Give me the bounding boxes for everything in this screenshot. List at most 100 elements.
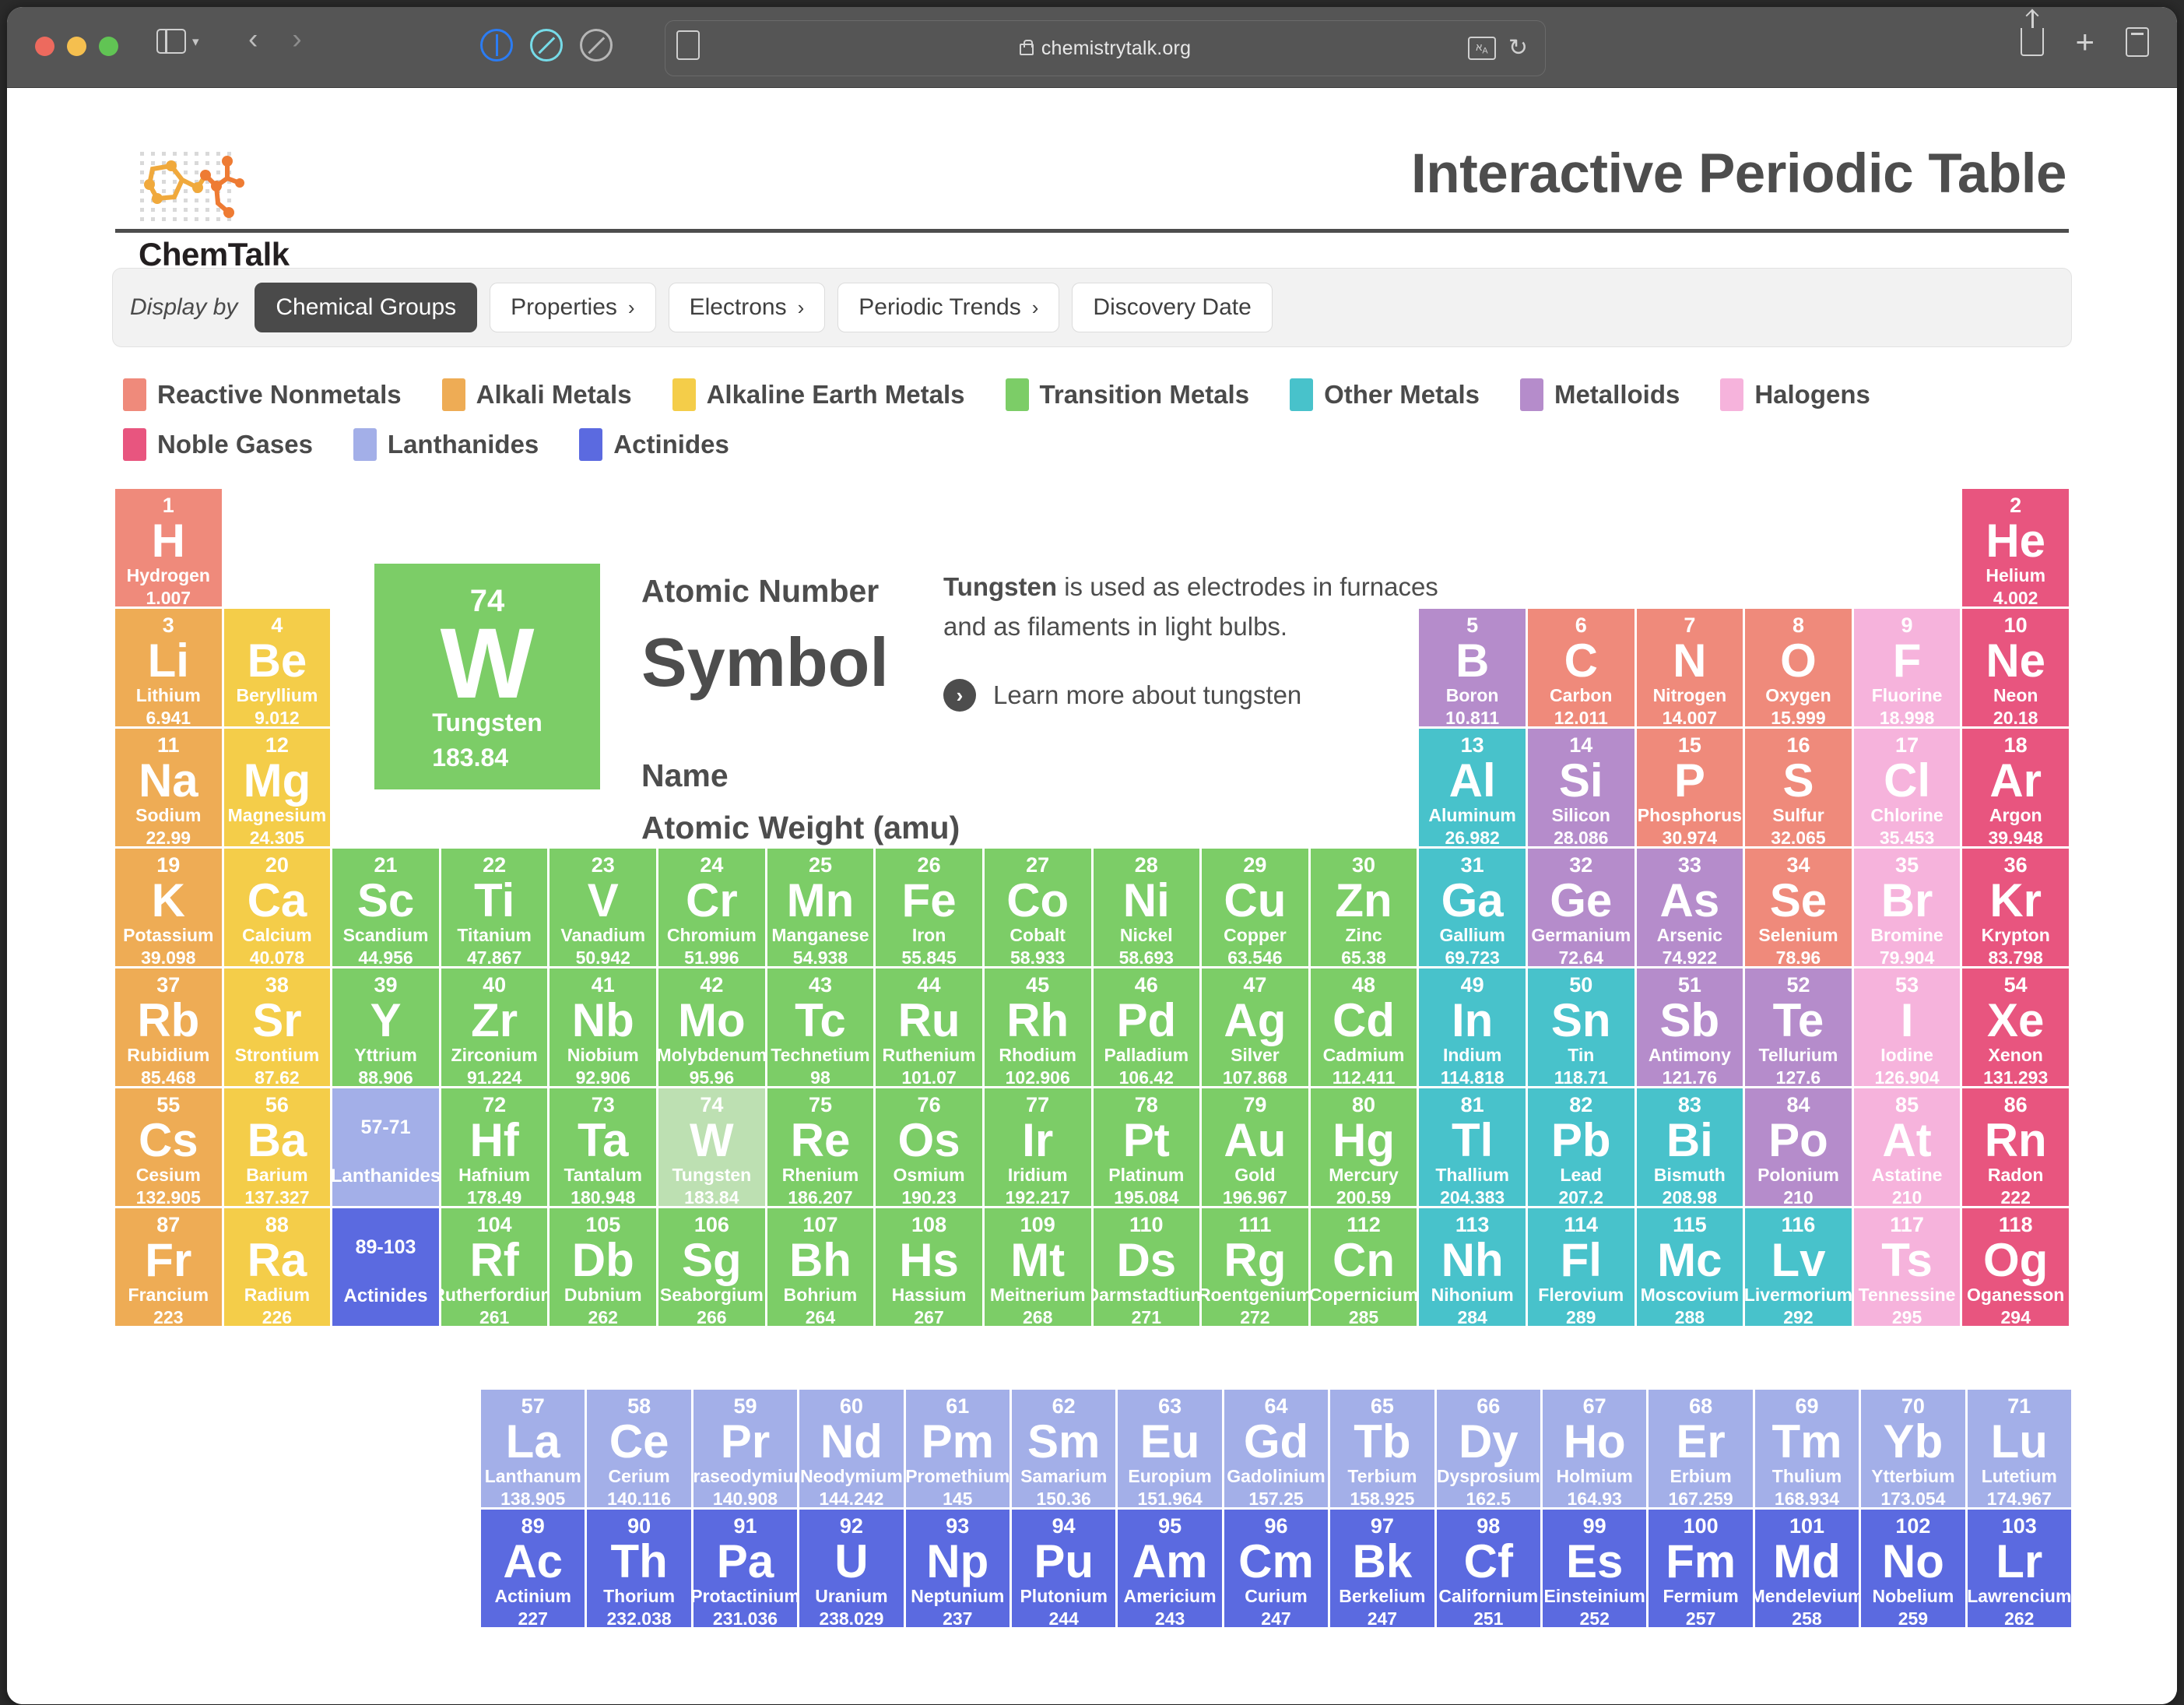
- display-mode-button-properties[interactable]: Properties ›: [490, 283, 656, 332]
- element-cell-Pu[interactable]: 94 Pu Plutonium 244: [1011, 1510, 1116, 1627]
- element-cell-Ta[interactable]: 73 Ta Tantalum 180.948: [550, 1088, 657, 1206]
- element-cell-Pb[interactable]: 82 Pb Lead 207.2: [1527, 1088, 1634, 1206]
- element-cell-Po[interactable]: 84 Po Polonium 210: [1745, 1088, 1852, 1206]
- element-cell-Ce[interactable]: 58 Ce Cerium 140.116: [587, 1390, 691, 1507]
- element-cell-In[interactable]: 49 In Indium 114.818: [1419, 969, 1526, 1086]
- element-cell-Gd[interactable]: 64 Gd Gadolinium 157.25: [1224, 1390, 1329, 1507]
- element-cell-Sm[interactable]: 62 Sm Samarium 150.36: [1011, 1390, 1116, 1507]
- element-cell-Tb[interactable]: 65 Tb Terbium 158.925: [1330, 1390, 1434, 1507]
- learn-more-link[interactable]: › Learn more about tungsten: [943, 679, 1441, 712]
- chemtalk-logo[interactable]: ChemTalk: [139, 150, 290, 273]
- element-cell-Cr[interactable]: 24 Cr Chromium 51.996: [658, 849, 765, 966]
- element-cell-Mt[interactable]: 109 Mt Meitnerium 268: [984, 1208, 1091, 1326]
- element-cell-Mc[interactable]: 115 Mc Moscovium 288: [1636, 1208, 1743, 1326]
- tab-icon-third[interactable]: [573, 22, 620, 69]
- element-cell-Ga[interactable]: 31 Ga Gallium 69.723: [1419, 849, 1526, 966]
- element-cell-Si[interactable]: 14 Si Silicon 28.086: [1527, 729, 1634, 846]
- maximize-window-button[interactable]: [99, 37, 118, 56]
- tab-icon-active[interactable]: [480, 29, 513, 62]
- element-cell-Cf[interactable]: 98 Cf Californium 251: [1436, 1510, 1540, 1627]
- element-cell-Th[interactable]: 90 Th Thorium 232.038: [587, 1510, 691, 1627]
- display-mode-button-discovery-date[interactable]: Discovery Date: [1072, 283, 1273, 332]
- element-cell-Bi[interactable]: 83 Bi Bismuth 208.98: [1636, 1088, 1743, 1206]
- element-cell-Ra[interactable]: 88 Ra Radium 226: [223, 1208, 331, 1326]
- element-cell-Pd[interactable]: 46 Pd Palladium 106.42: [1093, 969, 1200, 1086]
- element-cell-Zr[interactable]: 40 Zr Zirconium 91.224: [441, 969, 548, 1086]
- element-cell-Ti[interactable]: 22 Ti Titanium 47.867: [441, 849, 548, 966]
- element-cell-Cl[interactable]: 17 Cl Chlorine 35.453: [1853, 729, 1961, 846]
- element-cell-H[interactable]: 1 H Hydrogen 1.007: [115, 489, 222, 606]
- element-cell-Dy[interactable]: 66 Dy Dysprosium 162.5: [1436, 1390, 1540, 1507]
- element-cell-Ar[interactable]: 18 Ar Argon 39.948: [1962, 729, 2069, 846]
- legend-item-noble-gases[interactable]: Noble Gases: [123, 428, 313, 461]
- element-cell-Np[interactable]: 93 Np Neptunium 237: [905, 1510, 1009, 1627]
- element-cell-Pm[interactable]: 61 Pm Promethium 145: [905, 1390, 1009, 1507]
- element-cell-At[interactable]: 85 At Astatine 210: [1853, 1088, 1961, 1206]
- element-cell-O[interactable]: 8 O Oxygen 15.999: [1745, 609, 1852, 726]
- element-cell-K[interactable]: 19 K Potassium 39.098: [115, 849, 222, 966]
- element-cell-Al[interactable]: 13 Al Aluminum 26.982: [1419, 729, 1526, 846]
- element-cell-Te[interactable]: 52 Te Tellurium 127.6: [1745, 969, 1852, 1086]
- element-cell-Sb[interactable]: 51 Sb Antimony 121.76: [1636, 969, 1743, 1086]
- element-cell-Cu[interactable]: 29 Cu Copper 63.546: [1202, 849, 1308, 966]
- element-cell-Rn[interactable]: 86 Rn Radon 222: [1962, 1088, 2069, 1206]
- element-cell-Pt[interactable]: 78 Pt Platinum 195.084: [1093, 1088, 1200, 1206]
- element-cell-Lr[interactable]: 103 Lr Lawrencium 262: [1967, 1510, 2071, 1627]
- element-cell-Y[interactable]: 39 Y Yttrium 88.906: [332, 969, 439, 1086]
- share-icon[interactable]: [2021, 11, 2045, 56]
- element-cell-Ag[interactable]: 47 Ag Silver 107.868: [1202, 969, 1308, 1086]
- element-cell-Nd[interactable]: 60 Nd Neodymium 144.242: [799, 1390, 904, 1507]
- element-cell-Au[interactable]: 79 Au Gold 196.967: [1202, 1088, 1308, 1206]
- element-cell-Lv[interactable]: 116 Lv Livermorium 292: [1745, 1208, 1852, 1326]
- element-cell-Mg[interactable]: 12 Mg Magnesium 24.305: [223, 729, 331, 846]
- sidebar-toggle-button[interactable]: ▾: [156, 29, 199, 54]
- element-cell-Ba[interactable]: 56 Ba Barium 137.327: [223, 1088, 331, 1206]
- element-cell-Hf[interactable]: 72 Hf Hafnium 178.49: [441, 1088, 548, 1206]
- legend-item-alkali-metals[interactable]: Alkali Metals: [441, 378, 632, 411]
- element-cell-Am[interactable]: 95 Am Americium 243: [1118, 1510, 1222, 1627]
- close-window-button[interactable]: [35, 37, 54, 56]
- element-cell-V[interactable]: 23 V Vanadium 50.942: [550, 849, 657, 966]
- legend-item-halogens[interactable]: Halogens: [1720, 378, 1870, 411]
- element-cell-I[interactable]: 53 I Iodine 126.904: [1853, 969, 1961, 1086]
- element-cell-Tm[interactable]: 69 Tm Thulium 168.934: [1754, 1390, 1859, 1507]
- element-cell-Db[interactable]: 105 Db Dubnium 262: [550, 1208, 657, 1326]
- display-mode-button-periodic-trends[interactable]: Periodic Trends ›: [837, 283, 1060, 332]
- element-cell-Ca[interactable]: 20 Ca Calcium 40.078: [223, 849, 331, 966]
- minimize-window-button[interactable]: [67, 37, 86, 56]
- element-cell-Nh[interactable]: 113 Nh Nihonium 284: [1419, 1208, 1526, 1326]
- element-cell-Rg[interactable]: 111 Rg Roentgenium 272: [1202, 1208, 1308, 1326]
- element-cell-Bh[interactable]: 107 Bh Bohrium 264: [767, 1208, 874, 1326]
- element-cell-Tl[interactable]: 81 Tl Thallium 204.383: [1419, 1088, 1526, 1206]
- element-cell-Lu[interactable]: 71 Lu Lutetium 174.967: [1967, 1390, 2071, 1507]
- element-cell-Ir[interactable]: 77 Ir Iridium 192.217: [984, 1088, 1091, 1206]
- element-cell-Ts[interactable]: 117 Ts Tennessine 295: [1853, 1208, 1961, 1326]
- element-cell-Bk[interactable]: 97 Bk Berkelium 247: [1330, 1510, 1434, 1627]
- element-cell-He[interactable]: 2 He Helium 4.002: [1962, 489, 2069, 606]
- element-cell-Rf[interactable]: 104RfRutherfordium261: [441, 1208, 548, 1326]
- element-cell-Pa[interactable]: 91 Pa Protactinium 231.036: [693, 1510, 798, 1627]
- element-cell-Co[interactable]: 27 Co Cobalt 58.933: [984, 849, 1091, 966]
- element-cell-Mo[interactable]: 42 Mo Molybdenum 95.96: [658, 969, 765, 1086]
- element-cell-Be[interactable]: 4 Be Beryllium 9.012: [223, 609, 331, 726]
- element-cell-Sc[interactable]: 21 Sc Scandium 44.956: [332, 849, 439, 966]
- element-cell-Nb[interactable]: 41 Nb Niobium 92.906: [550, 969, 657, 1086]
- element-cell-Og[interactable]: 118 Og Oganesson 294: [1962, 1208, 2069, 1326]
- element-cell-Sg[interactable]: 106 Sg Seaborgium 266: [658, 1208, 765, 1326]
- element-cell-Md[interactable]: 101 Md Mendelevium 258: [1754, 1510, 1859, 1627]
- element-cell-Cs[interactable]: 55 Cs Cesium 132.905: [115, 1088, 222, 1206]
- legend-item-lanthanides[interactable]: Lanthanides: [353, 428, 539, 461]
- address-bar[interactable]: chemistrytalk.org אA ↻: [665, 20, 1546, 76]
- element-cell-Fl[interactable]: 114 Fl Flerovium 289: [1527, 1208, 1634, 1326]
- legend-item-actinides[interactable]: Actinides: [579, 428, 729, 461]
- placeholder-cell-actinides[interactable]: 89-103 Actinides: [332, 1208, 439, 1326]
- legend-item-reactive-nonmetals[interactable]: Reactive Nonmetals: [123, 378, 402, 411]
- placeholder-cell-lanthanides[interactable]: 57-71 Lanthanides: [332, 1088, 439, 1206]
- element-cell-Re[interactable]: 75 Re Rhenium 186.207: [767, 1088, 874, 1206]
- display-mode-button-electrons[interactable]: Electrons ›: [668, 283, 826, 332]
- element-cell-Na[interactable]: 11 Na Sodium 22.99: [115, 729, 222, 846]
- element-cell-Ho[interactable]: 67 Ho Holmium 164.93: [1542, 1390, 1647, 1507]
- translate-icon[interactable]: אA: [1467, 37, 1496, 60]
- element-cell-Mn[interactable]: 25 Mn Manganese 54.938: [767, 849, 874, 966]
- tab-icon-second[interactable]: [523, 22, 570, 69]
